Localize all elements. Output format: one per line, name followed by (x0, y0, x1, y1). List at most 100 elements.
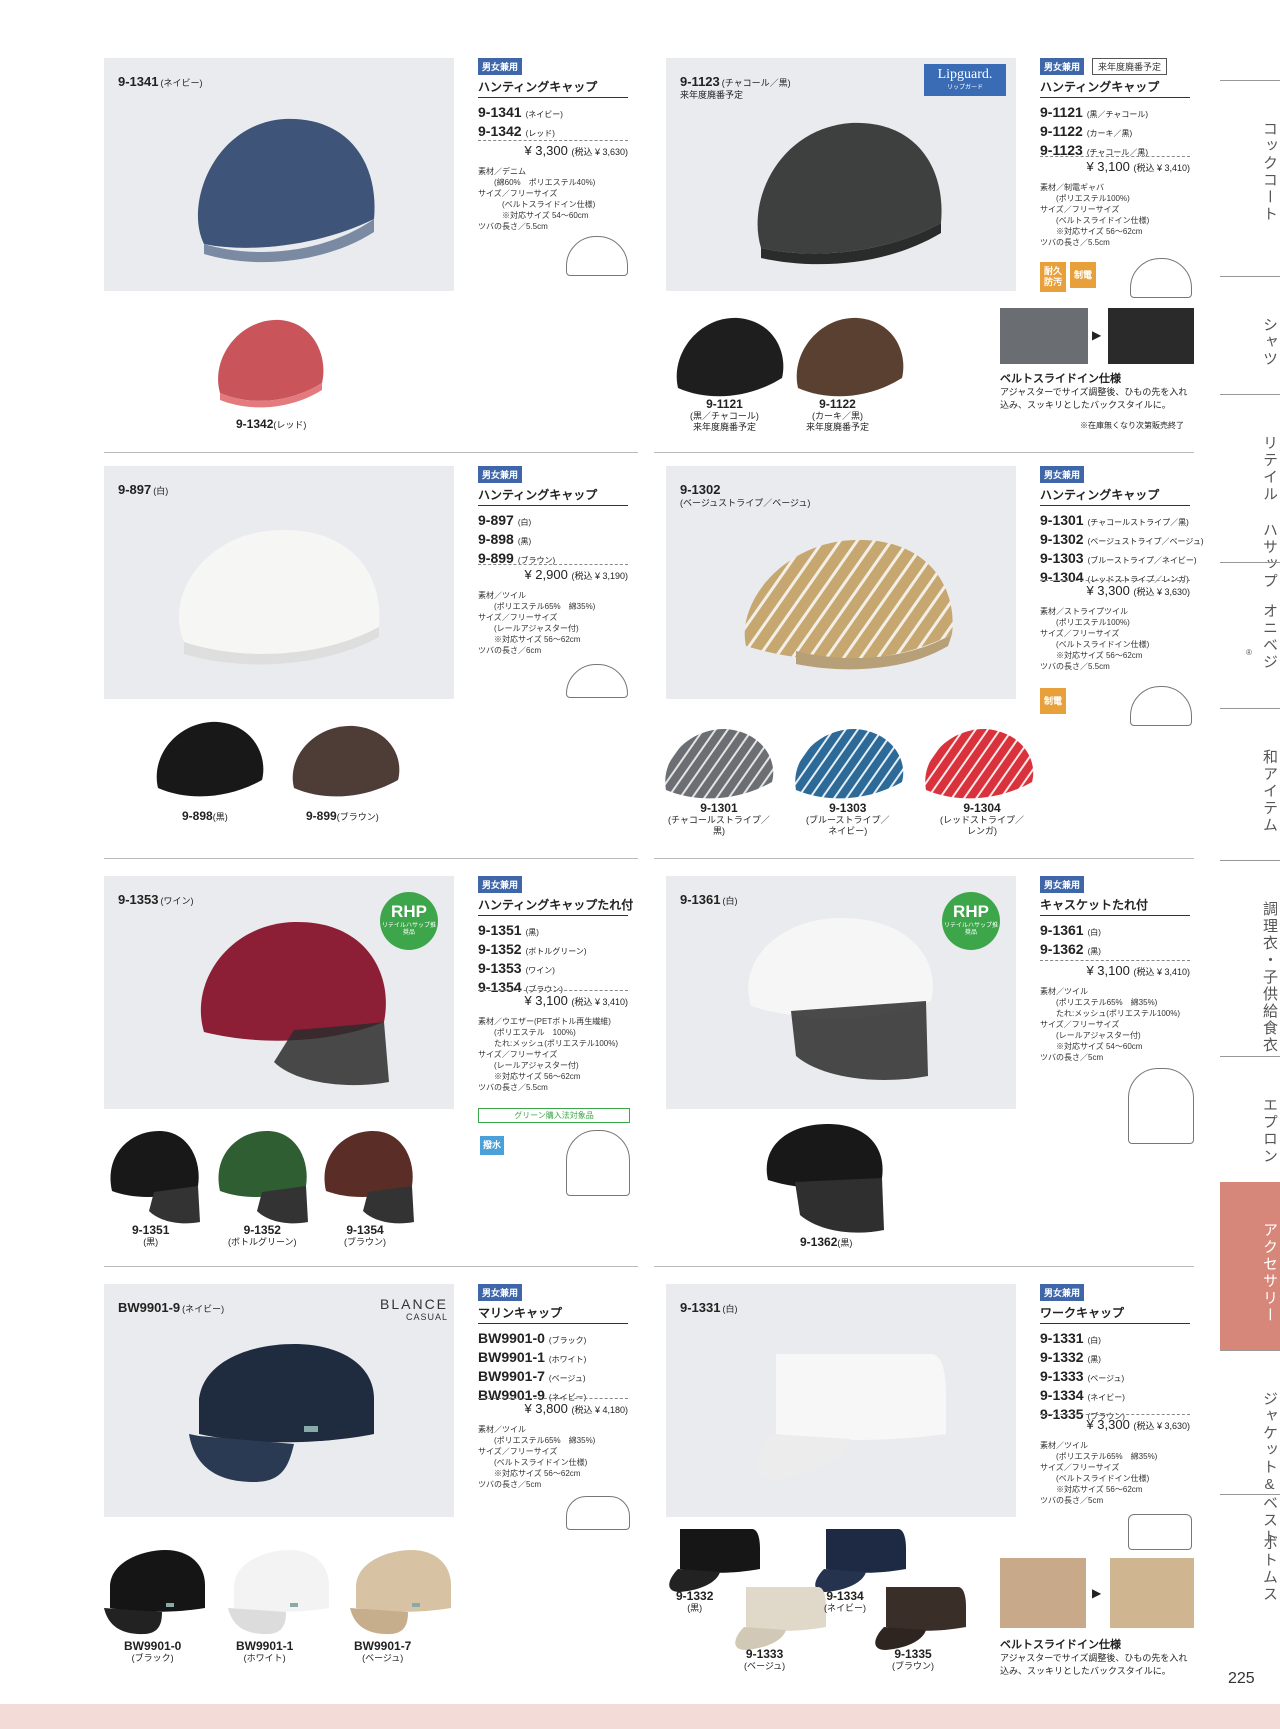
variant-label: 9-1332 (黒) (676, 1589, 714, 1614)
unisex-tag: 男女兼用 (478, 58, 523, 75)
cap-charcoal (736, 98, 956, 268)
cap-khaki (790, 308, 910, 402)
cap-beige-marine (346, 1540, 456, 1640)
unisex-tag: 男女兼用 (478, 876, 523, 893)
code-list: 9-1351 (黒) 9-1352 (ボトルグリーン) 9-1353 (ワイン) 9-… (478, 922, 587, 995)
cap-black-flap (760, 1120, 890, 1236)
arrow-icon: ▶ (1092, 1586, 1102, 1600)
sidebar-item-apron[interactable]: エプロン (1220, 1056, 1280, 1182)
photo-code: 9-1341 (ネイビー) (118, 74, 203, 89)
cap-white-work (736, 1334, 956, 1494)
product-title: ハンティングキャップ (478, 78, 628, 98)
unisex-tag: 男女兼用 (478, 1284, 523, 1301)
variant-label: 9-1362(黒) (800, 1235, 853, 1249)
variant-label: 9-1333 (ベージュ) (744, 1647, 786, 1672)
price: ¥ 3,100 (税込 ¥ 3,410) (1040, 156, 1190, 174)
cap-brown (286, 716, 406, 802)
cap-green-flap (212, 1126, 312, 1226)
cap-white-flap (736, 906, 946, 1096)
product-title: ワークキャップ (1040, 1304, 1190, 1324)
variant-label: BW9901-0 (ブラック) (124, 1639, 182, 1664)
sidebar-item-wa-items[interactable]: 和アイテム (1220, 708, 1280, 860)
durable-badge: 耐久防汚 (1040, 262, 1066, 292)
sidebar-item-cooking-wear[interactable]: 調理衣・子供給食衣 (1220, 860, 1280, 1056)
unisex-tag: 男女兼用 (1040, 58, 1085, 75)
size-diagram (1130, 686, 1192, 726)
product-title: ハンティングキャップたれ付 (478, 896, 633, 916)
divider (104, 858, 638, 859)
spec: 素材／ウエザー(PETボトル再生繊維) (ポリエステル 100%) たれ:メッシ… (478, 1017, 619, 1092)
variant-label: 9-1352 (ボトルグリーン) (228, 1223, 297, 1248)
product-photo: BW9901-9 (ネイビー) BLANCE CASUAL (104, 1284, 454, 1517)
price: ¥ 3,100 (税込 ¥ 3,410) (478, 990, 628, 1008)
spec: 素材／ツイル (ポリエステル65% 綿35%) サイズ／フリーサイズ (ベルトス… (1040, 1441, 1158, 1505)
code-list: 9-897 (白) 9-898 (黒) 9-899 (ブラウン) (478, 512, 556, 566)
discontinue-note: 来年度廃番予定 (680, 90, 744, 100)
sidebar-item-shirt[interactable]: シャツ (1220, 276, 1280, 394)
unisex-tag: 男女兼用 (478, 466, 523, 483)
code-list: 9-1341 (ネイビー) 9-1342 (レッド) (478, 104, 563, 139)
spec: 素材／制電ギャバ (ポリエステル100%) サイズ／フリーサイズ (ベルトスライ… (1040, 183, 1150, 247)
belt-photo-1 (1000, 1558, 1086, 1628)
size-diagram (566, 1496, 630, 1530)
photo-color: (ベージュストライプ／ベージュ) (680, 498, 811, 508)
belt-photo-2 (1108, 308, 1194, 364)
product-title: ハンティングキャップ (1040, 78, 1190, 98)
variant-label: 9-899(ブラウン) (306, 809, 379, 823)
spec: 素材／ストライプツイル (ポリエステル100%) サイズ／フリーサイズ (ベルト… (1040, 607, 1150, 671)
sidebar-item-cook-coat[interactable]: コックコート (1220, 80, 1280, 276)
cap-brown-work (868, 1582, 968, 1652)
variant-label: 9-898(黒) (182, 809, 228, 823)
size-diagram (1128, 1068, 1194, 1144)
arrow-icon: ▶ (1092, 328, 1102, 342)
photo-code: 9-1361 (白) (680, 892, 738, 907)
unisex-tag: 男女兼用 (1040, 1284, 1085, 1301)
price: ¥ 3,300 (税込 ¥ 3,630) (1040, 580, 1190, 598)
divider (104, 1266, 638, 1267)
belt-photo-2 (1110, 1558, 1194, 1628)
size-diagram (566, 1130, 630, 1196)
belt-text: アジャスターでサイズ調整後、ひもの先を入れ込み、スッキリとしたバックスタイルに。 (1000, 1653, 1188, 1676)
sidebar-item-accessory[interactable]: アクセサリー (1220, 1182, 1280, 1350)
cap-blue-stripe (790, 720, 910, 804)
sidebar-item-bottoms[interactable]: ボトムス (1220, 1494, 1280, 1654)
variant-label: 9-1334 (ネイビー) (824, 1589, 866, 1614)
variant-label: 9-1122 (カーキ／黒) 来年度廃番予定 (806, 397, 870, 433)
cap-charcoal-stripe (660, 720, 780, 804)
photo-code: 9-1302 (680, 482, 721, 497)
sidebar-item-onibeji[interactable]: オニベジ (1220, 562, 1280, 708)
price: ¥ 3,100 (税込 ¥ 3,410) (1040, 960, 1190, 978)
footer-band (0, 1704, 1280, 1729)
price: ¥ 3,300 (税込 ¥ 3,630) (1040, 1414, 1190, 1432)
variant-label: 9-1303 (ブルーストライプ／ ネイビー) (806, 801, 890, 837)
product-title: ハンティングキャップ (478, 486, 628, 506)
spec: 素材／デニム (綿60% ポリエステル40%) サイズ／フリーサイズ (ベルトス… (478, 167, 596, 231)
product-photo: 9-1331 (白) (666, 1284, 1016, 1517)
product-photo: 9-1302 (ベージュストライプ／ベージュ) (666, 466, 1016, 699)
variant-label: BW9901-7 (ベージュ) (354, 1639, 412, 1664)
unisex-tag: 男女兼用 (1040, 466, 1085, 483)
cap-black (150, 712, 270, 802)
antistatic-badge: 制電 (1040, 688, 1066, 714)
blance-logo: BLANCE CASUAL (380, 1296, 449, 1322)
photo-code: 9-1331 (白) (680, 1300, 738, 1315)
size-diagram (1130, 258, 1192, 298)
page-number: 225 (1228, 1670, 1255, 1687)
variant-label: 9-1304 (レッドストライプ／ レンガ) (940, 801, 1024, 837)
size-diagram (566, 236, 628, 276)
unisex-tag: 男女兼用 (1040, 876, 1085, 893)
sidebar-item-jacket-vest[interactable]: ジャケット&ベスト (1220, 1350, 1280, 1546)
cap-black (670, 308, 790, 402)
variant-label: 9-1351 (黒) (132, 1223, 170, 1248)
antistatic-badge: 制電 (1070, 262, 1096, 288)
cap-wine-with-flap (184, 912, 404, 1092)
cap-beige-stripe (736, 516, 966, 686)
cap-black-marine (100, 1540, 210, 1640)
photo-code: 9-1123 (チャコール／黒) (680, 74, 791, 89)
variant-label: 9-1342(レッド) (236, 417, 307, 431)
code-list: 9-1301 (チャコールストライプ／黒) 9-1302 (ベージュストライプ／ベー… (1040, 512, 1204, 585)
divider (654, 452, 1194, 453)
spec: 素材／ツイル (ポリエステル65% 綿35%) サイズ／フリーサイズ (ベルトス… (478, 1425, 596, 1489)
variant-label: 9-1354 (ブラウン) (344, 1223, 386, 1248)
sidebar-item-retail-haccp[interactable]: リテイル ハサップ (1220, 394, 1280, 590)
